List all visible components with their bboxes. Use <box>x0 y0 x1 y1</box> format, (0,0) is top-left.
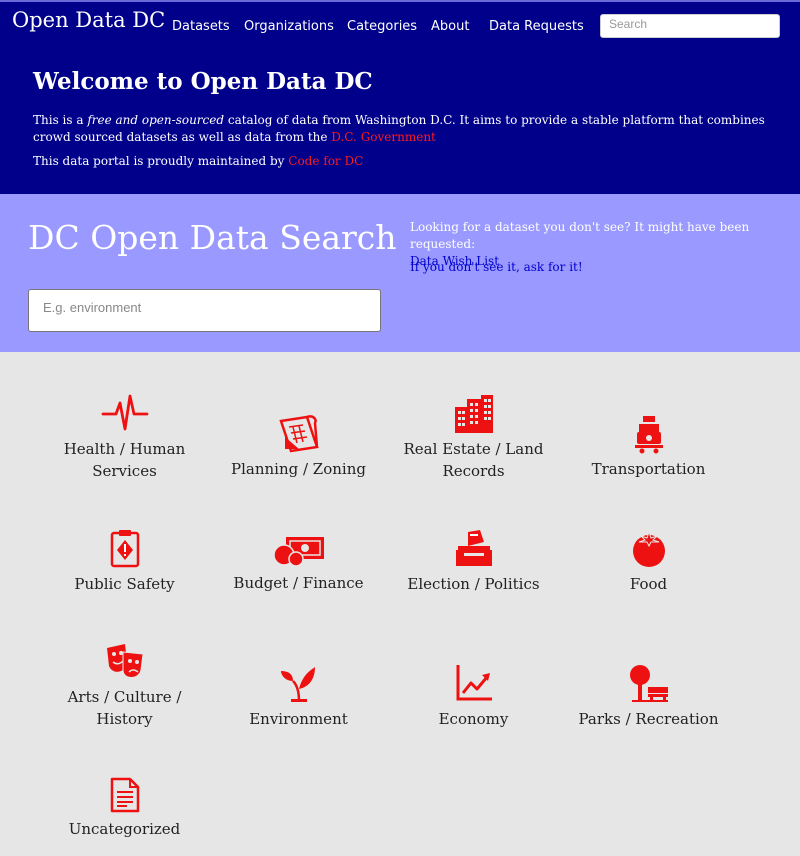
nav-categories[interactable]: Categories <box>347 19 417 34</box>
category-label: Economy <box>438 710 509 728</box>
category-label: Real Estate / Land Records <box>403 440 544 480</box>
category-environment[interactable]: Environment <box>211 663 386 730</box>
category-label: Food <box>629 575 668 593</box>
category-election[interactable]: Election / Politics <box>386 528 561 595</box>
nav-organizations[interactable]: Organizations <box>244 19 334 34</box>
nav-about[interactable]: About <box>431 19 469 34</box>
ballot-box-icon <box>455 530 492 566</box>
category-transportation[interactable]: Transportation <box>561 414 736 480</box>
category-economy[interactable]: Economy <box>386 663 561 730</box>
welcome-maintainer: This data portal is proudly maintained b… <box>33 153 773 170</box>
heartbeat-icon <box>101 394 148 431</box>
intro-emphasis: free and open-sourced <box>87 113 225 127</box>
intro-text: This is a <box>33 113 88 127</box>
document-icon <box>110 777 139 813</box>
search-title: DC Open Data Search <box>28 218 397 257</box>
category-label: Uncategorized <box>68 820 181 838</box>
category-label: Transportation <box>591 460 706 478</box>
search-section: DC Open Data Search E.g. environment Loo… <box>0 194 800 352</box>
welcome-intro: This is a free and open-sourced catalog … <box>33 112 773 146</box>
category-label: Health / Human Services <box>63 440 186 480</box>
category-uncategorized[interactable]: Uncategorized <box>37 777 212 840</box>
nav-datasets[interactable]: Datasets <box>172 19 230 34</box>
buildings-icon <box>454 395 493 433</box>
category-arts[interactable]: Arts / Culture / History <box>37 642 212 730</box>
money-icon <box>272 537 324 567</box>
category-label: Election / Politics <box>407 575 540 593</box>
category-label: Environment <box>249 710 348 728</box>
navbar: Open Data DC Datasets Organizations Cate… <box>0 0 800 54</box>
wish-list-text: Looking for a dataset you don't see? It … <box>410 220 750 251</box>
category-budget[interactable]: Budget / Finance <box>211 533 386 594</box>
tomato-icon <box>632 530 665 567</box>
category-label: Budget / Finance <box>233 574 364 592</box>
nav-data-requests[interactable]: Data Requests <box>489 19 584 34</box>
blueprint-icon <box>278 415 319 453</box>
nav-search-input[interactable]: Search <box>600 14 780 38</box>
theater-masks-icon <box>106 644 144 678</box>
category-real-estate[interactable]: Real Estate / Land Records <box>386 393 561 482</box>
category-health[interactable]: Health / Human Services <box>37 393 212 482</box>
welcome-section: Welcome to Open Data DC This is a free a… <box>0 54 800 194</box>
category-label: Parks / Recreation <box>578 710 719 728</box>
ask-for-it-link[interactable]: If you don't see it, ask for it! <box>410 260 583 274</box>
brand-logo[interactable]: Open Data DC <box>12 8 165 32</box>
train-icon <box>634 416 663 454</box>
code-for-dc-link[interactable]: Code for DC <box>288 154 363 168</box>
category-food[interactable]: Food <box>561 528 736 595</box>
clipboard-warning-icon <box>110 530 139 568</box>
category-public-safety[interactable]: Public Safety <box>37 528 212 595</box>
category-label: Arts / Culture / History <box>67 688 182 728</box>
line-chart-icon <box>456 665 492 701</box>
category-label: Planning / Zoning <box>231 460 366 478</box>
maintainer-text: This data portal is proudly maintained b… <box>33 154 289 168</box>
welcome-title: Welcome to Open Data DC <box>33 68 373 95</box>
category-label: Public Safety <box>74 575 175 593</box>
category-parks[interactable]: Parks / Recreation <box>561 663 736 730</box>
park-bench-icon <box>629 665 668 702</box>
plant-icon <box>280 667 315 702</box>
dataset-search-input[interactable]: E.g. environment <box>28 289 381 332</box>
category-planning[interactable]: Planning / Zoning <box>211 413 386 480</box>
dc-government-link[interactable]: D.C. Government <box>331 130 436 144</box>
